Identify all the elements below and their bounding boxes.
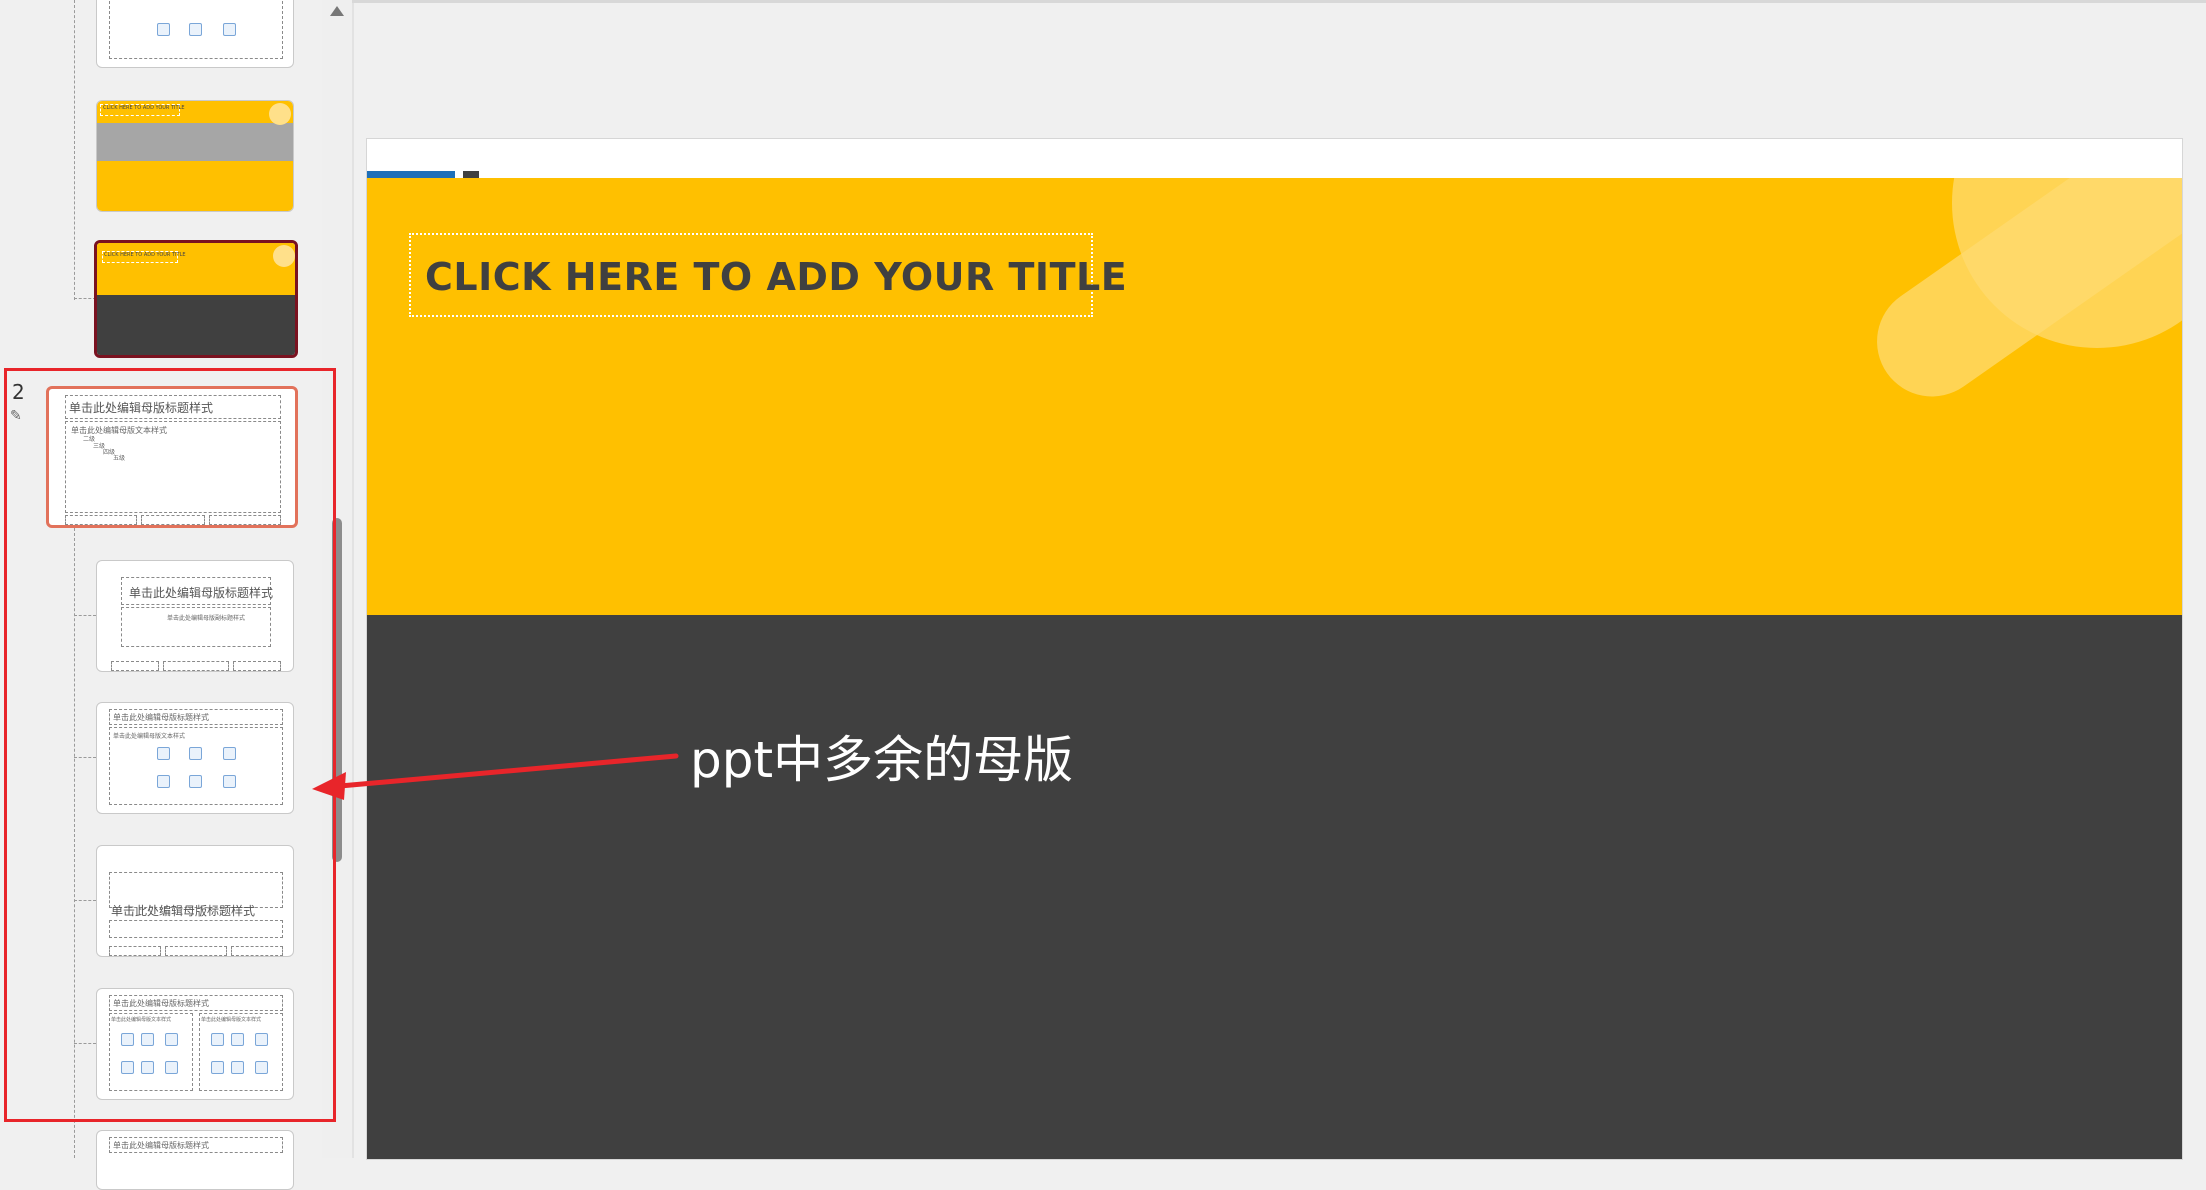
layout-thumbnail[interactable]: 单击此处编辑母版标题样式	[96, 1130, 294, 1190]
layout-thumbnail[interactable]: CLICK HERE TO ADD YOUR TITLE	[96, 100, 294, 212]
scroll-up-arrow-icon[interactable]	[330, 6, 344, 16]
canvas-top-border	[352, 0, 2206, 3]
annotation-highlight-box	[4, 368, 336, 1122]
table-icon	[189, 23, 202, 36]
accent-tick	[463, 171, 479, 178]
chart-icon	[223, 23, 236, 36]
annotation-text: ppt中多余的母版	[690, 731, 1074, 789]
layout-connector	[74, 298, 96, 299]
layout-connector	[74, 0, 75, 300]
layout-thumbnail-selected[interactable]: CLICK HERE TO ADD YOUR TITLE	[94, 240, 298, 358]
picture-icon	[157, 23, 170, 36]
layout-thumbnail[interactable]	[96, 0, 294, 68]
layout-title-placeholder: 单击此处编辑母版标题样式	[113, 1141, 209, 1150]
slide-canvas[interactable]: CLICK HERE TO ADD YOUR TITLE	[366, 138, 2183, 1160]
thumb-title: CLICK HERE TO ADD YOUR TITLE	[104, 252, 186, 258]
slide-title: CLICK HERE TO ADD YOUR TITLE	[425, 255, 1128, 299]
title-placeholder[interactable]: CLICK HERE TO ADD YOUR TITLE	[409, 233, 1127, 317]
dark-band	[367, 615, 2182, 1159]
thumb-title: CLICK HERE TO ADD YOUR TITLE	[103, 105, 185, 111]
yellow-band: CLICK HERE TO ADD YOUR TITLE	[367, 178, 2182, 615]
pane-divider[interactable]	[352, 0, 354, 1158]
accent-bar	[367, 171, 455, 178]
